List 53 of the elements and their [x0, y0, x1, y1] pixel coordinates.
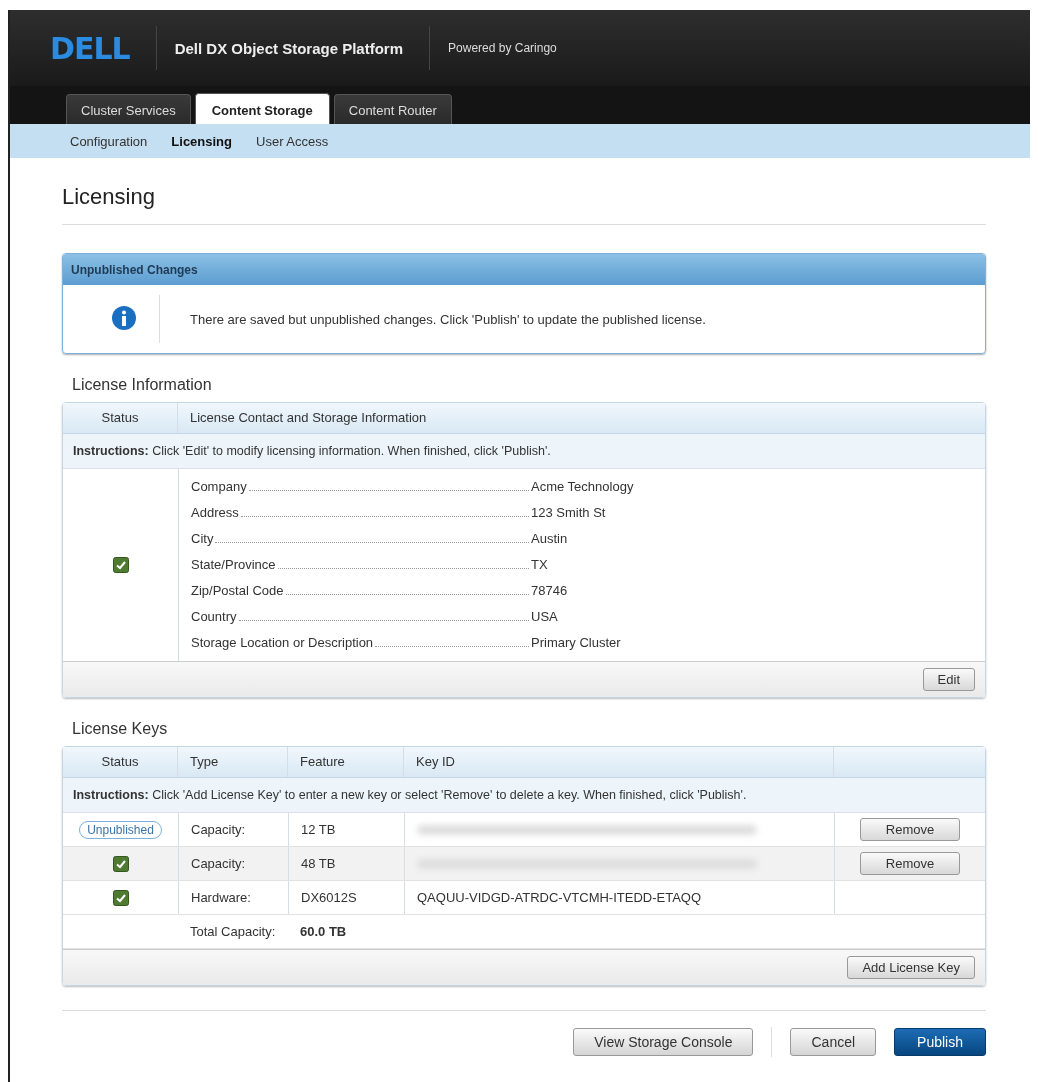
column-header: Type [178, 747, 288, 777]
field-value: USA [531, 608, 559, 626]
remove-button[interactable]: Remove [860, 852, 960, 875]
column-header: Key ID [404, 747, 834, 777]
table-cell: 12 TB [301, 822, 336, 837]
table-cell: QAQUU-VIDGD-ATRDC-VTCMH-ITEDD-ETAQQ [417, 890, 702, 905]
column-header: Feature [288, 747, 404, 777]
footer-button[interactable]: View Storage Console [573, 1028, 754, 1056]
notice-message: There are saved but unpublished changes. Click 'Publish' to update the published license. [190, 311, 706, 327]
tab[interactable]: Content Storage [194, 93, 330, 124]
instructions-text: Instructions: Click 'Edit' to modify licensing information. When finished, click 'Publish'. [63, 434, 985, 469]
page-title: Licensing [62, 184, 986, 225]
footer-button[interactable]: Publish [894, 1028, 986, 1056]
field-label: Company [191, 478, 247, 496]
column-header: License Contact and Storage Information [189, 409, 427, 427]
notice-title: Unpublished Changes [63, 254, 985, 285]
subnav-link[interactable]: User Access [246, 130, 339, 152]
table-cell: 48 TB [301, 856, 336, 871]
table-cell: DX6012S [301, 890, 357, 905]
table-cell: Capacity: [191, 856, 246, 871]
table-cell: Capacity: [191, 822, 246, 837]
table-cell: Hardware: [191, 890, 251, 905]
field-label: City [191, 530, 214, 548]
field-label: Country [191, 608, 237, 626]
subnav-link[interactable]: Configuration [60, 130, 158, 152]
product-title: Dell DX Object Storage Platform [174, 39, 404, 57]
field-value: Primary Cluster [531, 634, 622, 652]
instructions-text: Instructions: Click 'Add License Key' to enter a new key or select 'Remove' to delete a key. When finished, click 'Publish'. [63, 778, 985, 813]
edit-button[interactable]: Edit [922, 668, 975, 691]
tab[interactable]: Cluster Services [66, 94, 191, 124]
section-title: License Information [72, 376, 213, 394]
logo: DELL [50, 30, 130, 66]
field-value: Austin [531, 530, 569, 548]
tab[interactable]: Content Router [333, 94, 452, 124]
field-value: 123 Smith St [531, 504, 607, 522]
info-icon [111, 305, 137, 333]
add-license-key-button[interactable]: Add License Key [847, 956, 975, 979]
powered-by-text: Powered by Caringo [448, 41, 557, 55]
column-header: Status [63, 747, 178, 777]
footer-button[interactable]: Cancel [790, 1028, 877, 1056]
field-label: Zip/Postal Code [191, 582, 284, 600]
field-value: TX [531, 556, 549, 574]
remove-button[interactable]: Remove [860, 818, 960, 841]
column-header: Status [63, 403, 178, 433]
field-value: 78746 [531, 582, 569, 600]
field-label: Storage Location or Description [191, 634, 374, 652]
section-title: License Keys [72, 720, 169, 738]
total-label: Total Capacity: [190, 924, 276, 939]
subnav-link[interactable]: Licensing [161, 130, 242, 152]
field-label: State/Province [191, 556, 276, 574]
field-label: Address [191, 504, 239, 522]
total-value: 60.0 TB [300, 924, 347, 939]
field-value: Acme Technology [531, 478, 635, 496]
